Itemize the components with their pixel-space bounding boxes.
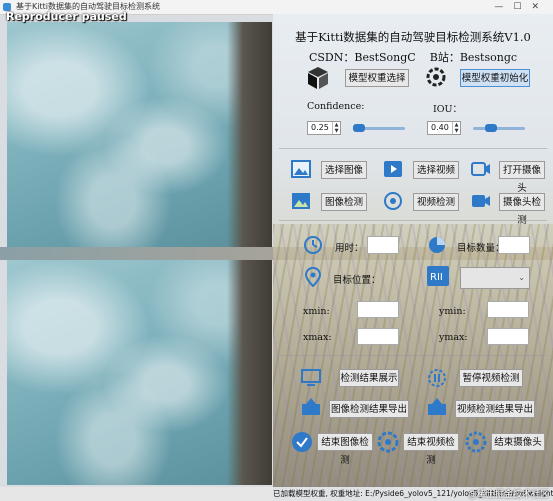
section-divider [279, 148, 547, 149]
detection-result-view [7, 260, 272, 485]
export-icon [302, 398, 320, 415]
site-watermark: @稀土掘金技术社区 [467, 490, 549, 500]
end-video-detect-button[interactable]: 结束视频检测 [403, 433, 459, 466]
xmin-output [357, 301, 399, 318]
section-divider [279, 355, 547, 356]
ymax-label: ymax: [439, 332, 468, 343]
target-select-combobox[interactable]: ⌄ [460, 267, 530, 289]
confidence-slider[interactable] [353, 124, 405, 132]
video-play-icon [384, 161, 402, 177]
confidence-value: 0.25 [311, 123, 329, 132]
pause-video-button[interactable]: 暂停视频检测 [459, 369, 523, 387]
pause-icon [428, 369, 446, 387]
open-camera-button[interactable]: 打开摄像头 [499, 161, 545, 194]
export-image-results-button[interactable]: 图像检测结果导出 [329, 400, 409, 418]
cube-icon [308, 67, 328, 89]
camera-icon [471, 162, 490, 176]
show-results-button[interactable]: 检测结果展示 [339, 369, 399, 387]
iou-label: IOU： [433, 104, 463, 115]
target-gear-icon [426, 67, 446, 87]
pie-chart-icon [429, 237, 445, 253]
time-output [367, 236, 399, 254]
select-weights-button[interactable]: 模型权重选择 [345, 69, 409, 87]
csdn-label: CSDN：BestSongC [308, 51, 416, 64]
gear-icon [465, 431, 487, 453]
xmax-output [357, 328, 399, 345]
xmin-label: xmin: [303, 306, 330, 317]
iou-value: 0.40 [431, 123, 449, 132]
camera-detect-button[interactable]: 摄像头检测 [499, 193, 545, 226]
system-title: 基于Kitti数据集的自动驾驶目标检测系统V1.0 [295, 30, 531, 44]
timer-icon [304, 236, 322, 254]
location-icon [305, 267, 321, 287]
control-panel: 基于Kitti数据集的自动驾驶目标检测系统V1.0 CSDN：BestSongC… [273, 14, 553, 487]
time-label: 用时： [335, 243, 364, 254]
check-circle-icon [292, 432, 312, 452]
original-image-view [7, 22, 272, 247]
video-detect-icon [384, 192, 402, 210]
left-status-area [0, 487, 273, 501]
init-weights-button[interactable]: 模型权重初始化 [460, 69, 530, 87]
author-info: CSDN：BestSongC B站：Bestsongc [273, 49, 553, 65]
image-icon [291, 160, 311, 178]
window-controls[interactable]: —☐✕ [494, 0, 549, 14]
select-image-button[interactable]: 选择图像 [321, 161, 367, 179]
select-video-button[interactable]: 选择视频 [413, 161, 459, 179]
spin-arrows-icon[interactable]: ▲ ▼ [332, 122, 340, 134]
svg-text:RII: RII [430, 272, 443, 283]
section-divider [279, 220, 547, 221]
confidence-label: Confidence: [307, 101, 365, 112]
ymin-label: ymin: [439, 306, 466, 317]
end-image-detect-button[interactable]: 结束图像检测 [317, 433, 373, 466]
image-detect-button[interactable]: 图像检测 [321, 193, 367, 211]
iou-slider-handle[interactable] [485, 124, 497, 132]
export-icon [428, 398, 446, 415]
image-detect-icon [292, 193, 310, 209]
bilibili-label: B站：Bestsongc [429, 51, 518, 64]
settings-icon [377, 431, 399, 453]
spin-arrows-icon[interactable]: ▲ ▼ [452, 122, 460, 134]
video-detect-button[interactable]: 视频检测 [413, 193, 459, 211]
rii-badge-icon: RII [427, 266, 449, 286]
recorder-watermark: Reproducer paused [6, 10, 127, 23]
chevron-down-icon[interactable]: ⌄ [518, 273, 525, 282]
camera-detect-icon [472, 195, 490, 207]
confidence-slider-handle[interactable] [353, 124, 365, 132]
export-video-results-button[interactable]: 视频检测结果导出 [455, 400, 535, 418]
target-position-label: 目标位置： [333, 275, 381, 286]
count-output [498, 236, 530, 254]
end-camera-button[interactable]: 结束摄像头 [491, 433, 545, 451]
xmax-label: xmax: [303, 332, 332, 343]
confidence-spinbox[interactable]: 0.25 ▲ ▼ [307, 121, 341, 135]
iou-slider[interactable] [473, 124, 525, 132]
ymax-output [487, 328, 529, 345]
monitor-icon [301, 369, 321, 386]
iou-spinbox[interactable]: 0.40 ▲ ▼ [427, 121, 461, 135]
ymin-output [487, 301, 529, 318]
